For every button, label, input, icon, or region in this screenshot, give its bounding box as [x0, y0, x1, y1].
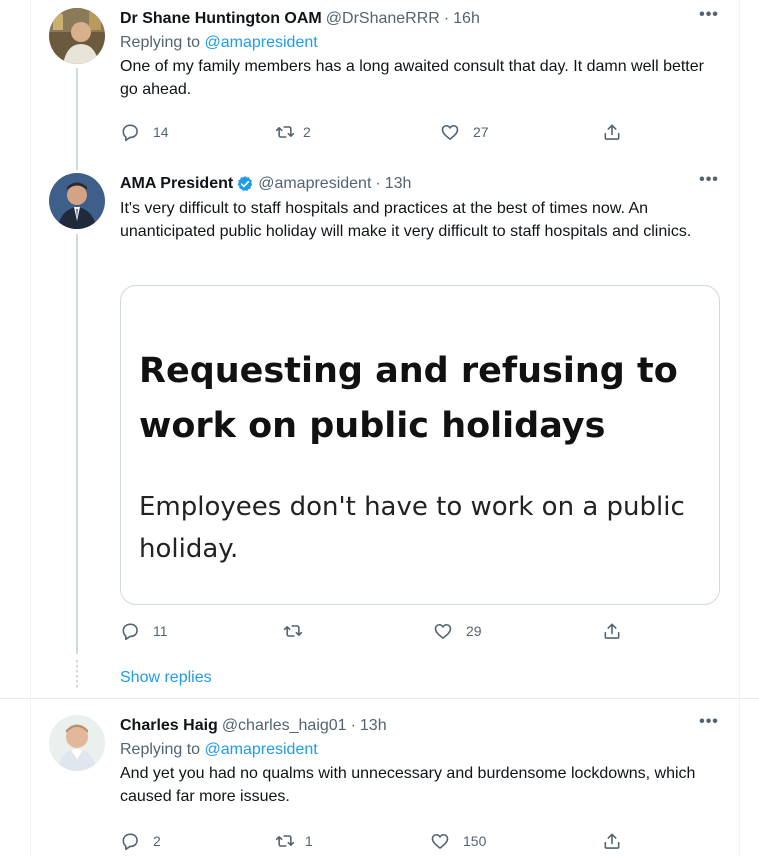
- retweet-icon: [283, 625, 303, 637]
- reply-icon: [122, 124, 138, 142]
- user-handle[interactable]: @DrShaneRRR: [326, 8, 440, 30]
- user-handle[interactable]: @charles_haig01: [222, 715, 347, 737]
- share-icon: [604, 623, 620, 639]
- user-handle[interactable]: @amapresident: [258, 173, 371, 195]
- avatar[interactable]: [49, 173, 105, 229]
- tweet-text: It's very difficult to staff hospitals a…: [120, 200, 692, 240]
- verified-badge-icon: [237, 176, 253, 191]
- display-name[interactable]: AMA President: [120, 173, 233, 195]
- replying-to: Replying to @amapresident: [120, 32, 721, 54]
- card-title: Requesting and refusing to work on publi…: [139, 351, 678, 446]
- link-preview-card[interactable]: Requesting and refusing to work on publi…: [120, 285, 720, 605]
- show-replies-link[interactable]: Show replies: [120, 667, 212, 689]
- display-name[interactable]: Dr Shane Huntington OAM: [120, 8, 322, 30]
- retweet-icon: [275, 126, 295, 138]
- reply-icon: [122, 833, 138, 851]
- timestamp[interactable]: 13h: [385, 173, 412, 195]
- like-icon: [431, 833, 449, 849]
- reply-count: 2: [153, 833, 161, 849]
- timestamp[interactable]: 13h: [360, 715, 387, 737]
- like-count: 29: [466, 623, 482, 639]
- like-count: 27: [473, 124, 489, 140]
- like-button[interactable]: 27: [440, 122, 489, 142]
- share-button[interactable]: [602, 831, 622, 851]
- retweet-button[interactable]: [283, 621, 316, 641]
- avatar[interactable]: [49, 715, 105, 771]
- retweet-icon: [275, 835, 295, 847]
- reply-button[interactable]: 14: [120, 122, 169, 142]
- tweet[interactable]: Dr Shane Huntington OAM @DrShaneRRR · 16…: [0, 0, 759, 170]
- replying-label: Replying to: [120, 741, 201, 758]
- replying-label: Replying to: [120, 34, 201, 51]
- separator-dot: ·: [375, 175, 381, 192]
- like-icon: [434, 623, 452, 639]
- display-name[interactable]: Charles Haig: [120, 715, 218, 737]
- tweet-header: Dr Shane Huntington OAM @DrShaneRRR · 16…: [120, 8, 721, 30]
- reply-count: 14: [153, 124, 169, 140]
- reply-button[interactable]: 2: [120, 831, 161, 851]
- retweet-count: 2: [303, 124, 311, 140]
- share-icon: [604, 124, 620, 140]
- separator-dot: ·: [443, 10, 450, 27]
- reply-count: 11: [153, 623, 168, 639]
- retweet-button[interactable]: 2: [275, 122, 311, 142]
- like-count: 150: [463, 833, 487, 849]
- reply-icon: [122, 623, 138, 641]
- share-button[interactable]: [602, 621, 622, 641]
- mention-link[interactable]: @amapresident: [205, 741, 318, 758]
- tweet-actions: 2 1 150: [120, 831, 640, 853]
- tweet[interactable]: Charles Haig @charles_haig01 · 13h ••• R…: [0, 699, 759, 856]
- tweet-actions: 14 2 27: [120, 122, 640, 144]
- tweet-text: One of my family members has a long awai…: [120, 58, 704, 98]
- more-options-icon[interactable]: •••: [697, 714, 721, 737]
- tweet-header: Charles Haig @charles_haig01 · 13h: [120, 715, 721, 737]
- like-button[interactable]: 150: [430, 831, 486, 851]
- retweet-button[interactable]: 1: [275, 831, 313, 851]
- share-button[interactable]: [602, 122, 622, 142]
- tweet-actions: 11 29: [120, 621, 640, 643]
- tweet-text: And yet you had no qualms with unnecessa…: [120, 765, 696, 805]
- replying-to: Replying to @amapresident: [120, 739, 721, 761]
- more-options-icon[interactable]: •••: [697, 7, 721, 30]
- more-options-icon[interactable]: •••: [697, 172, 721, 195]
- avatar[interactable]: [49, 8, 105, 64]
- separator-dot: ·: [350, 717, 356, 734]
- retweet-count: 1: [305, 833, 313, 849]
- mention-link[interactable]: @amapresident: [205, 34, 318, 51]
- share-icon: [604, 833, 620, 849]
- like-button[interactable]: 29: [433, 621, 482, 641]
- like-icon: [441, 124, 459, 140]
- timestamp[interactable]: 16h: [453, 8, 480, 30]
- tweet-header: AMA President @amapresident · 13h: [120, 173, 721, 195]
- reply-button[interactable]: 11: [120, 621, 168, 641]
- card-description: Employees don't have to work on a public…: [139, 492, 685, 564]
